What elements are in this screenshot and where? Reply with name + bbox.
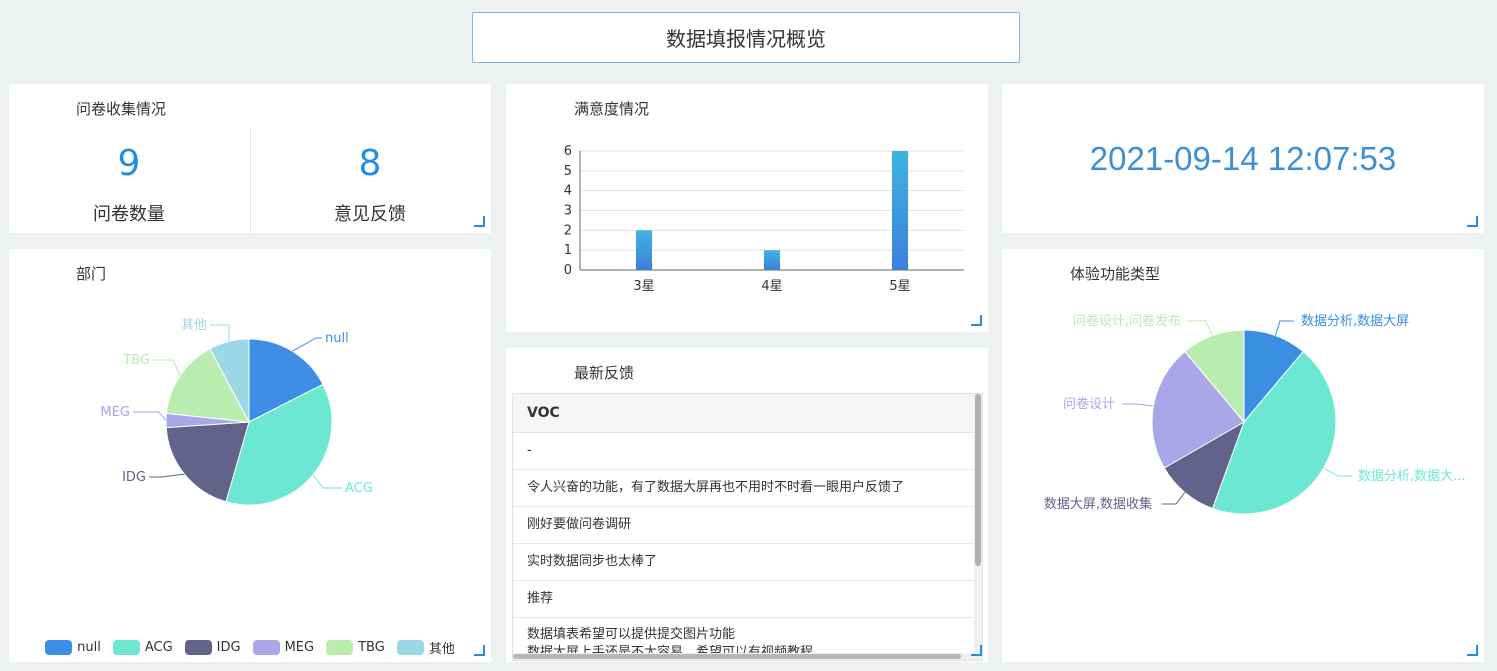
slice-label: 数据分析,数据大屏 bbox=[1301, 314, 1409, 329]
label-leader-line bbox=[133, 411, 167, 421]
slice-label: TBG bbox=[122, 353, 150, 368]
legend-label: null bbox=[77, 640, 101, 655]
table-row-line: 数据填表希望可以提供提交图片功能 bbox=[527, 627, 736, 642]
y-tick-label: 6 bbox=[564, 144, 572, 159]
legend-item[interactable]: null bbox=[45, 638, 101, 657]
slice-label: 其他 bbox=[181, 318, 207, 333]
y-tick-label: 5 bbox=[564, 164, 572, 179]
slice-label: 问卷设计,问卷发布 bbox=[1073, 313, 1181, 329]
legend-swatch bbox=[396, 640, 424, 655]
label-leader-line bbox=[1323, 467, 1352, 477]
table-row: 推荐 bbox=[513, 581, 982, 618]
slice-label: null bbox=[325, 331, 349, 346]
survey-card-title: 问卷收集情况 bbox=[76, 100, 167, 118]
x-tick-label: 4星 bbox=[761, 279, 782, 294]
bar[interactable] bbox=[892, 151, 908, 270]
clock-card: 2021-09-14 12:07:53 bbox=[1002, 84, 1484, 233]
y-tick-label: 0 bbox=[564, 263, 572, 278]
slice-label: 数据分析,数据大... bbox=[1358, 469, 1466, 484]
bar[interactable] bbox=[764, 250, 780, 270]
vertical-scrollbar-thumb[interactable] bbox=[975, 394, 981, 566]
legend-swatch bbox=[45, 640, 73, 655]
survey-count-label: 问卷数量 bbox=[93, 204, 165, 225]
feedback-count-value: 8 bbox=[358, 143, 382, 184]
x-tick-label: 5星 bbox=[889, 279, 910, 294]
label-leader-line bbox=[1274, 320, 1294, 336]
legend-label: TBG bbox=[358, 640, 385, 655]
feedback-count-stat: 8 意见反馈 bbox=[250, 124, 490, 226]
page-title-box: 数据填报情况概览 bbox=[472, 12, 1020, 63]
datetime-display: 2021-09-14 12:07:53 bbox=[1089, 140, 1397, 177]
legend-item[interactable]: 其他 bbox=[396, 638, 455, 657]
legend-item[interactable]: IDG bbox=[184, 638, 241, 657]
y-tick-label: 3 bbox=[564, 204, 572, 219]
features-pie-chart: 数据分析,数据大屏数据分析,数据大... 数据大屏,数据收集 问卷设计 问卷设计,问卷… bbox=[1044, 313, 1466, 515]
y-tick-label: 1 bbox=[564, 243, 572, 258]
department-card: 部门 null ACG IDG MEG TBG 其他 null ACG IDG MEG TBG 其他 bbox=[9, 249, 491, 662]
legend-swatch bbox=[252, 640, 280, 655]
label-leader-line bbox=[210, 324, 230, 342]
legend-item[interactable]: MEG bbox=[252, 638, 315, 657]
horizontal-scrollbar[interactable] bbox=[513, 653, 982, 660]
legend-label: IDG bbox=[216, 640, 241, 655]
legend-item[interactable]: ACG bbox=[112, 638, 173, 657]
y-tick-label: 2 bbox=[564, 223, 572, 238]
table-row: 令人兴奋的功能，有了数据大屏再也不用时不时看一眼用户反馈了 bbox=[513, 470, 982, 507]
slice-label: 问卷设计 bbox=[1063, 396, 1115, 412]
survey-count-stat: 9 问卷数量 bbox=[9, 124, 249, 226]
legend-label: ACG bbox=[144, 640, 173, 655]
label-leader-line bbox=[1162, 492, 1186, 505]
corner-marker bbox=[971, 645, 982, 656]
features-card: 体验功能类型 数据分析,数据大屏 数据分析,数据大... 数据大屏,数据收集 问卷设计… bbox=[1002, 249, 1484, 662]
slice-label: ACG bbox=[345, 481, 373, 496]
legend-swatch bbox=[326, 640, 354, 655]
y-tick-label: 4 bbox=[564, 184, 572, 199]
label-leader-line bbox=[1122, 403, 1154, 407]
label-leader-line bbox=[292, 337, 322, 352]
survey-count-value: 9 bbox=[117, 143, 141, 184]
legend-swatch bbox=[112, 640, 140, 655]
slice-label: MEG bbox=[100, 405, 130, 420]
table-row: 实时数据同步也太棒了 bbox=[513, 544, 982, 581]
legend-label: 其他 bbox=[428, 642, 455, 657]
corner-marker bbox=[474, 645, 485, 656]
feedback-count-label: 意见反馈 bbox=[334, 204, 406, 225]
label-leader-line bbox=[149, 473, 185, 478]
label-leader-line bbox=[312, 474, 342, 489]
department-legend: null ACG IDG MEG TBG 其他 bbox=[9, 638, 491, 657]
corner-marker bbox=[971, 315, 982, 326]
label-leader-line bbox=[1188, 320, 1213, 336]
table-row: 刚好要做问卷调研 bbox=[513, 507, 982, 544]
horizontal-scrollbar-thumb[interactable] bbox=[513, 654, 961, 659]
legend-swatch bbox=[184, 640, 212, 655]
label-leader-line bbox=[152, 359, 181, 376]
slice-label: 数据大屏,数据收集 bbox=[1044, 496, 1152, 512]
bar[interactable] bbox=[636, 230, 652, 270]
satisfaction-bar-chart: 0 1 2 3 4 5 6 3星 4星 5星 bbox=[564, 144, 964, 294]
department-pie-chart: null ACG IDG MEG TBG 其他 bbox=[100, 318, 373, 506]
corner-marker bbox=[1467, 645, 1478, 656]
satisfaction-card: 满意度情况 0 1 2 3 4 5 6 3星 4星 5星 bbox=[506, 84, 988, 332]
survey-card: 问卷收集情况 9 问卷数量 8 意见反馈 bbox=[9, 84, 491, 233]
x-tick-label: 3星 bbox=[633, 279, 654, 294]
table-row: - bbox=[513, 433, 982, 470]
page-title: 数据填报情况概览 bbox=[666, 27, 826, 51]
slice-label: IDG bbox=[122, 470, 146, 485]
legend-label: MEG bbox=[284, 640, 315, 655]
feedback-table[interactable]: VOC - 令人兴奋的功能，有了数据大屏再也不用时不时看一眼用户反馈了 刚好要做… bbox=[512, 393, 983, 661]
feedback-card-title: 最新反馈 bbox=[574, 364, 635, 382]
vertical-scrollbar[interactable] bbox=[974, 394, 982, 660]
legend-item[interactable]: TBG bbox=[326, 638, 385, 657]
corner-marker bbox=[1467, 216, 1478, 227]
feedback-card: 最新反馈 VOC - 令人兴奋的功能，有了数据大屏再也不用时不时看一眼用户反馈了… bbox=[506, 348, 988, 662]
corner-marker bbox=[474, 216, 485, 227]
voc-column-header: VOC bbox=[513, 394, 982, 433]
